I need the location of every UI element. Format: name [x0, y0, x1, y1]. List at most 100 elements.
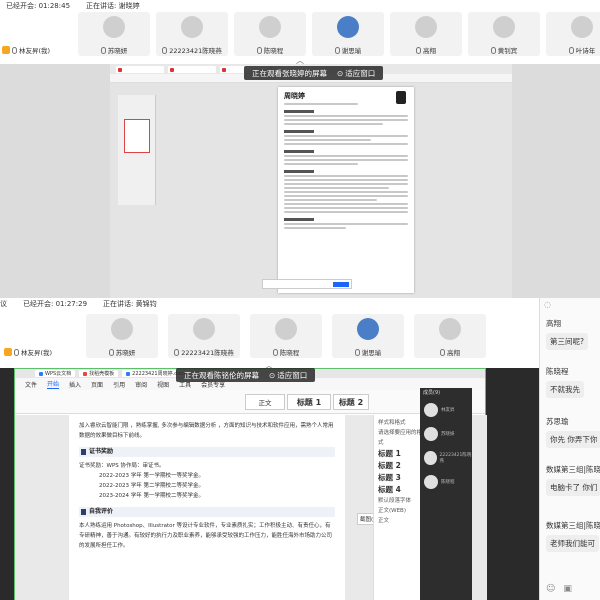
- style-pane-apply-label: 请选择要应用的格式: [378, 430, 423, 446]
- find-bar-button[interactable]: [333, 282, 349, 287]
- mic-icon: [490, 46, 496, 54]
- mic-icon: [14, 348, 19, 356]
- menu-file[interactable]: 文件: [25, 380, 37, 389]
- menu-references[interactable]: 引用: [113, 380, 125, 389]
- bottom-meeting-window: 议 已经开会: 01:27:29 正在讲话: 黄锦钧 林友昇(我) 苏晓妍 22…: [0, 298, 600, 600]
- style-item[interactable]: 标题 3: [378, 472, 423, 484]
- participant-strip: 林友昇(我) 苏晓妍 22223421陈晓燕 陈晓程 谢思瑜 高翔 黄钊宾 叶诗…: [0, 12, 600, 56]
- section-self-evaluation: 自我评价: [79, 507, 335, 517]
- style-item[interactable]: 默认段落字体: [378, 496, 423, 506]
- participant-tile[interactable]: 苏晓妍: [86, 314, 158, 358]
- fit-window-button[interactable]: ⊙ 适应窗口: [337, 68, 375, 79]
- shared-screen-area: 正在观看陈铭伦的屏幕 ⊙ 适应窗口 WPS云文档 找稻壳模板 22223421周晓…: [0, 368, 539, 600]
- style-heading1-button[interactable]: 标题 1: [287, 394, 331, 410]
- style-pane-title: 样式和格式: [378, 420, 406, 426]
- chat-sidebar: ◌ 高翔 第三间呢? 陈晓程 不就我先 苏思瑜 你先 你弄下你 数媒第三组|陈晓…: [539, 298, 600, 600]
- style-normal-button[interactable]: 正文: [245, 394, 285, 410]
- editor-tab[interactable]: 找稻壳模板: [79, 370, 119, 377]
- chat-message: 陈晓程 不就我先: [546, 366, 600, 398]
- style-item[interactable]: 正文(WEB): [378, 506, 423, 516]
- style-item[interactable]: 标题 1: [378, 448, 423, 460]
- chat-toolbar: ☺ ▣: [546, 584, 572, 594]
- avatar: [103, 16, 125, 38]
- host-badge-icon: [2, 46, 10, 54]
- chat-message: 数媒第三组|陈晓 电脑卡了 你们: [546, 464, 600, 496]
- participant-tile[interactable]: 叶诗年: [546, 12, 600, 56]
- screen-share-banner: 正在观看陈铭伦的屏幕 ⊙ 适应窗口: [176, 368, 316, 382]
- browser-tab[interactable]: [116, 65, 164, 73]
- cert-intro: 证书奖励：WPS 协作局：审证书。: [79, 463, 165, 469]
- chat-icon[interactable]: ◌: [544, 300, 551, 309]
- wps-editor-window: WPS云文档 找稻壳模板 22223421周晓婷.docx 文件 开始 插入 页…: [14, 368, 487, 600]
- avatar: [424, 427, 438, 441]
- avatar: [111, 318, 133, 340]
- top-status-bar: 已经开会: 01:28:45 正在讲话: 谢晓婷: [0, 0, 600, 12]
- participant-strip: 林友昇(我) 苏晓妍 22223421陈晓燕 陈晓程 谢思瑜 高翔: [4, 314, 486, 358]
- page-thumbnail[interactable]: [124, 119, 150, 153]
- menu-home[interactable]: 开始: [47, 379, 60, 389]
- self-evaluation-text: 本人熟练运用 Photoshop、Illustrator 等设计专业软件，专业素…: [79, 523, 333, 549]
- mic-icon: [12, 46, 17, 54]
- participant-tile[interactable]: 谢思瑜: [332, 314, 404, 358]
- member-item[interactable]: 陈晓程: [420, 470, 472, 494]
- page-thumbnail-panel: [118, 95, 156, 205]
- current-speaker: 正在讲话: 谢晓婷: [86, 2, 140, 10]
- menu-review[interactable]: 审阅: [135, 380, 147, 389]
- style-item[interactable]: 正文: [378, 516, 423, 526]
- doc-intro-text: 加入睿欣云智能门限 ，熟练掌握, 多次参与编辑数据分析 ，方面的知识与技术和软件…: [79, 423, 334, 439]
- document-page[interactable]: 加入睿欣云智能门限 ，熟练掌握, 多次参与编辑数据分析 ，方面的知识与技术和软件…: [69, 415, 345, 600]
- participant-tile-self[interactable]: 林友昇(我): [4, 314, 76, 358]
- participant-tile[interactable]: 22223421陈晓燕: [156, 12, 228, 56]
- resume-page: 周晓婷: [278, 87, 414, 293]
- avatar: [181, 16, 203, 38]
- browser-tab[interactable]: [168, 65, 216, 73]
- meeting-label: 议: [0, 300, 7, 308]
- mic-icon: [174, 348, 180, 356]
- participant-tile[interactable]: 谢思瑜: [312, 12, 384, 56]
- chat-message: 高翔 第三间呢?: [546, 318, 600, 350]
- member-item[interactable]: 22223421陈晓燕: [420, 446, 472, 470]
- mic-icon: [354, 348, 360, 356]
- style-item[interactable]: 标题 4: [378, 484, 423, 496]
- editor-tab[interactable]: WPS云文档: [35, 370, 76, 377]
- menu-view[interactable]: 视图: [157, 380, 169, 389]
- avatar: [337, 16, 359, 38]
- menu-page[interactable]: 页面: [91, 380, 103, 389]
- find-bar[interactable]: [262, 279, 352, 289]
- participant-tile-self[interactable]: 林友昇(我): [0, 12, 72, 56]
- participant-tile[interactable]: 高翔: [390, 12, 462, 56]
- mic-icon: [100, 46, 106, 54]
- section-marker: [81, 509, 86, 515]
- meeting-duration: 已经开会: 01:28:45: [6, 2, 71, 10]
- mic-icon: [162, 46, 168, 54]
- host-badge-icon: [4, 348, 12, 356]
- mic-icon: [416, 46, 421, 54]
- menu-insert[interactable]: 插入: [69, 380, 81, 389]
- bottom-status-bar: 议 已经开会: 01:27:29 正在讲话: 黄锦钧: [0, 298, 539, 310]
- member-panel: 成员(9) 林友昇 苏晓妍 22223421陈晓燕 陈晓程: [420, 388, 472, 600]
- emoji-icon[interactable]: ☺: [546, 584, 555, 594]
- participant-tile[interactable]: 黄钊宾: [468, 12, 540, 56]
- member-item[interactable]: 林友昇: [420, 398, 472, 422]
- participant-tile[interactable]: 陈晓程: [250, 314, 322, 358]
- participant-tile[interactable]: 高翔: [414, 314, 486, 358]
- zoom-icon: ⊙: [337, 68, 344, 78]
- mic-icon: [568, 46, 574, 54]
- member-item[interactable]: 苏晓妍: [420, 422, 472, 446]
- image-icon[interactable]: ▣: [563, 584, 572, 594]
- cert-row: 2023-2024 学年 第一学期校二等奖学金。: [99, 493, 204, 499]
- pdf-viewer: 周晓婷: [110, 83, 512, 298]
- participant-tile[interactable]: 苏晓妍: [78, 12, 150, 56]
- style-pane: 样式和格式 请选择要应用的格式 标题 1 标题 2 标题 3 标题 4 默认段落…: [373, 415, 427, 600]
- shared-browser-window: 周晓婷: [110, 64, 512, 298]
- meeting-duration: 已经开会: 01:27:29: [23, 300, 88, 308]
- participant-tile[interactable]: 陈晓程: [234, 12, 306, 56]
- participant-tile[interactable]: 22223421陈晓燕: [168, 314, 240, 358]
- chat-message: 数媒第三组|陈晓 老师我们能可: [546, 520, 600, 552]
- resume-name: 周晓婷: [284, 92, 305, 100]
- style-heading2-button[interactable]: 标题 2: [333, 394, 369, 410]
- mic-icon: [256, 46, 262, 54]
- avatar: [424, 451, 437, 465]
- fit-window-button[interactable]: ⊙ 适应窗口: [269, 370, 307, 381]
- style-item[interactable]: 标题 2: [378, 460, 423, 472]
